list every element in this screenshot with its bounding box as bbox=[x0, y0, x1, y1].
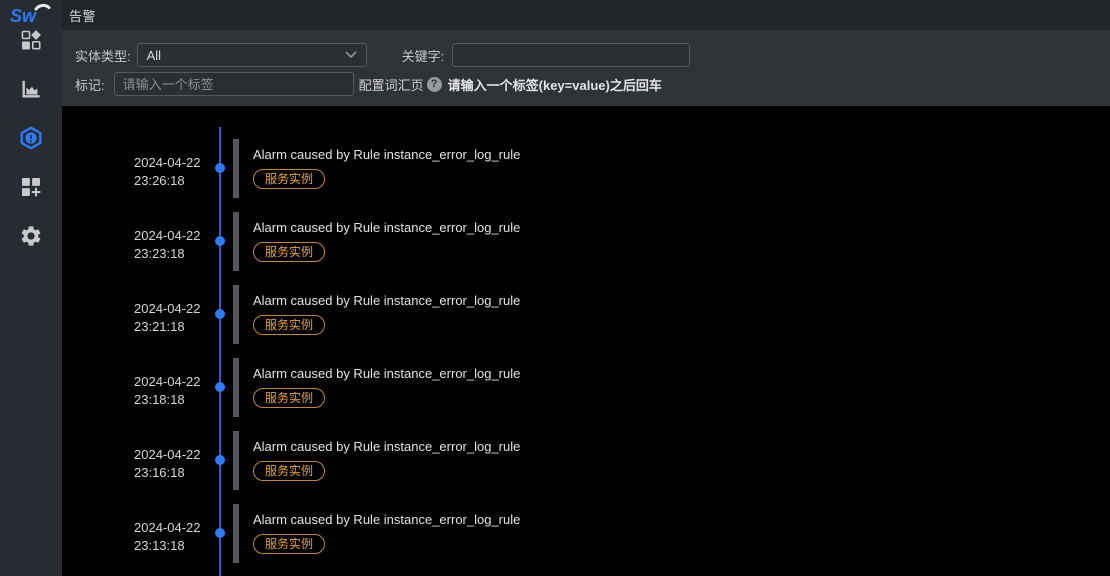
sidebar-item-alerting[interactable] bbox=[11, 128, 51, 152]
timeline-dot-icon bbox=[215, 455, 225, 465]
timeline-dot-icon bbox=[215, 382, 225, 392]
alarm-scope-tag[interactable]: 服务实例 bbox=[253, 461, 325, 481]
alarm-message: Alarm caused by Rule instance_error_log_… bbox=[253, 366, 1090, 381]
alarm-card: Alarm caused by Rule instance_error_log_… bbox=[233, 139, 1090, 198]
filter-row-1: 实体类型: All 关键字: bbox=[75, 43, 1097, 67]
timeline-dot-icon bbox=[215, 236, 225, 246]
dashboard-icon bbox=[20, 29, 42, 56]
tag-label: 标记: bbox=[75, 75, 105, 94]
sidebar-item-metrics[interactable] bbox=[11, 79, 51, 103]
alarm-message: Alarm caused by Rule instance_error_log_… bbox=[253, 293, 1090, 308]
sidebar-item-settings[interactable] bbox=[11, 226, 51, 250]
alarm-timestamp: 2024-04-22 23:13:18 bbox=[134, 519, 214, 555]
entity-type-label: 实体类型: bbox=[75, 46, 131, 65]
alarm-timestamp: 2024-04-22 23:16:18 bbox=[134, 446, 214, 482]
alarm-card: Alarm caused by Rule instance_error_log_… bbox=[233, 504, 1090, 563]
page-header: 告警 bbox=[62, 0, 1110, 30]
keyword-input[interactable] bbox=[452, 43, 690, 67]
alarm-message: Alarm caused by Rule instance_error_log_… bbox=[253, 220, 1090, 235]
timeline-dot-icon bbox=[215, 528, 225, 538]
alarm-timestamp: 2024-04-22 23:23:18 bbox=[134, 227, 214, 263]
timeline-dot-icon bbox=[215, 163, 225, 173]
filter-row-2: 标记: 配置词汇页 ? 请输入一个标签(key=value)之后回车 bbox=[75, 72, 1097, 96]
settings-gear-icon bbox=[19, 224, 43, 253]
alarm-scope-tag[interactable]: 服务实例 bbox=[253, 315, 325, 335]
tag-input[interactable] bbox=[114, 72, 354, 96]
alarm-scope-tag[interactable]: 服务实例 bbox=[253, 242, 325, 262]
alarm-card: Alarm caused by Rule instance_error_log_… bbox=[233, 285, 1090, 344]
timeline-dot-icon bbox=[215, 309, 225, 319]
chart-icon bbox=[20, 78, 42, 105]
alarm-time: 23:21:18 bbox=[134, 318, 214, 336]
sidebar: Sw bbox=[0, 0, 62, 576]
app-window: Sw bbox=[0, 0, 1110, 576]
skywalking-logo-icon: Sw bbox=[8, 1, 54, 29]
skywalking-logo: Sw bbox=[0, 0, 62, 30]
alarm-list-item[interactable]: 2024-04-22 23:13:18 Alarm caused by Rule… bbox=[62, 504, 1110, 576]
config-vocabulary-link[interactable]: 配置词汇页 bbox=[359, 75, 424, 94]
alarm-card: Alarm caused by Rule instance_error_log_… bbox=[233, 212, 1090, 271]
alarm-content: 2024-04-22 23:26:18 Alarm caused by Rule… bbox=[62, 106, 1110, 576]
alarm-time: 23:26:18 bbox=[134, 172, 214, 190]
alarm-date: 2024-04-22 bbox=[134, 446, 214, 464]
alarm-scope-tag[interactable]: 服务实例 bbox=[253, 388, 325, 408]
alarm-time: 23:16:18 bbox=[134, 464, 214, 482]
alarm-date: 2024-04-22 bbox=[134, 300, 214, 318]
alarm-date: 2024-04-22 bbox=[134, 373, 214, 391]
alarm-icon bbox=[19, 126, 43, 155]
alarm-timestamp: 2024-04-22 23:21:18 bbox=[134, 300, 214, 336]
alarm-scope-tag[interactable]: 服务实例 bbox=[253, 534, 325, 554]
filter-bar: 实体类型: All 关键字: 标记: 配置词汇页 ? 请输入一个标签(key=v… bbox=[62, 30, 1110, 106]
tag-hint-text: 请输入一个标签(key=value)之后回车 bbox=[448, 75, 662, 94]
alarm-list-item[interactable]: 2024-04-22 23:21:18 Alarm caused by Rule… bbox=[62, 285, 1110, 358]
alarm-time: 23:13:18 bbox=[134, 537, 214, 555]
alarm-time: 23:18:18 bbox=[134, 391, 214, 409]
sidebar-item-marketplace[interactable] bbox=[11, 177, 51, 201]
alarm-list-item[interactable]: 2024-04-22 23:26:18 Alarm caused by Rule… bbox=[62, 139, 1110, 212]
alarm-card: Alarm caused by Rule instance_error_log_… bbox=[233, 431, 1090, 490]
alarm-timestamp: 2024-04-22 23:26:18 bbox=[134, 154, 214, 190]
alarm-message: Alarm caused by Rule instance_error_log_… bbox=[253, 439, 1090, 454]
alarm-list-item[interactable]: 2024-04-22 23:16:18 Alarm caused by Rule… bbox=[62, 431, 1110, 504]
widgets-add-icon bbox=[20, 176, 42, 203]
alarm-list-item[interactable]: 2024-04-22 23:18:18 Alarm caused by Rule… bbox=[62, 358, 1110, 431]
entity-type-select[interactable]: All bbox=[137, 43, 367, 67]
chevron-down-icon bbox=[345, 46, 357, 64]
main-area: 告警 实体类型: All 关键字: 标记: 配置词汇页 ? 请输入一个标签( bbox=[62, 0, 1110, 576]
svg-text:Sw: Sw bbox=[10, 6, 37, 26]
page-title: 告警 bbox=[69, 6, 96, 25]
alarm-date: 2024-04-22 bbox=[134, 227, 214, 245]
alarm-message: Alarm caused by Rule instance_error_log_… bbox=[253, 512, 1090, 527]
alarm-timestamp: 2024-04-22 23:18:18 bbox=[134, 373, 214, 409]
alarm-date: 2024-04-22 bbox=[134, 519, 214, 537]
alarm-list-item[interactable]: 2024-04-22 23:23:18 Alarm caused by Rule… bbox=[62, 212, 1110, 285]
keyword-label: 关键字: bbox=[402, 46, 445, 65]
alarm-time: 23:23:18 bbox=[134, 245, 214, 263]
alarm-card: Alarm caused by Rule instance_error_log_… bbox=[233, 358, 1090, 417]
alarm-timeline: 2024-04-22 23:26:18 Alarm caused by Rule… bbox=[62, 139, 1110, 576]
entity-type-value: All bbox=[147, 48, 161, 63]
help-icon[interactable]: ? bbox=[427, 77, 442, 92]
alarm-scope-tag[interactable]: 服务实例 bbox=[253, 169, 325, 189]
alarm-date: 2024-04-22 bbox=[134, 154, 214, 172]
sidebar-item-dashboards[interactable] bbox=[11, 30, 51, 54]
alarm-message: Alarm caused by Rule instance_error_log_… bbox=[253, 147, 1090, 162]
